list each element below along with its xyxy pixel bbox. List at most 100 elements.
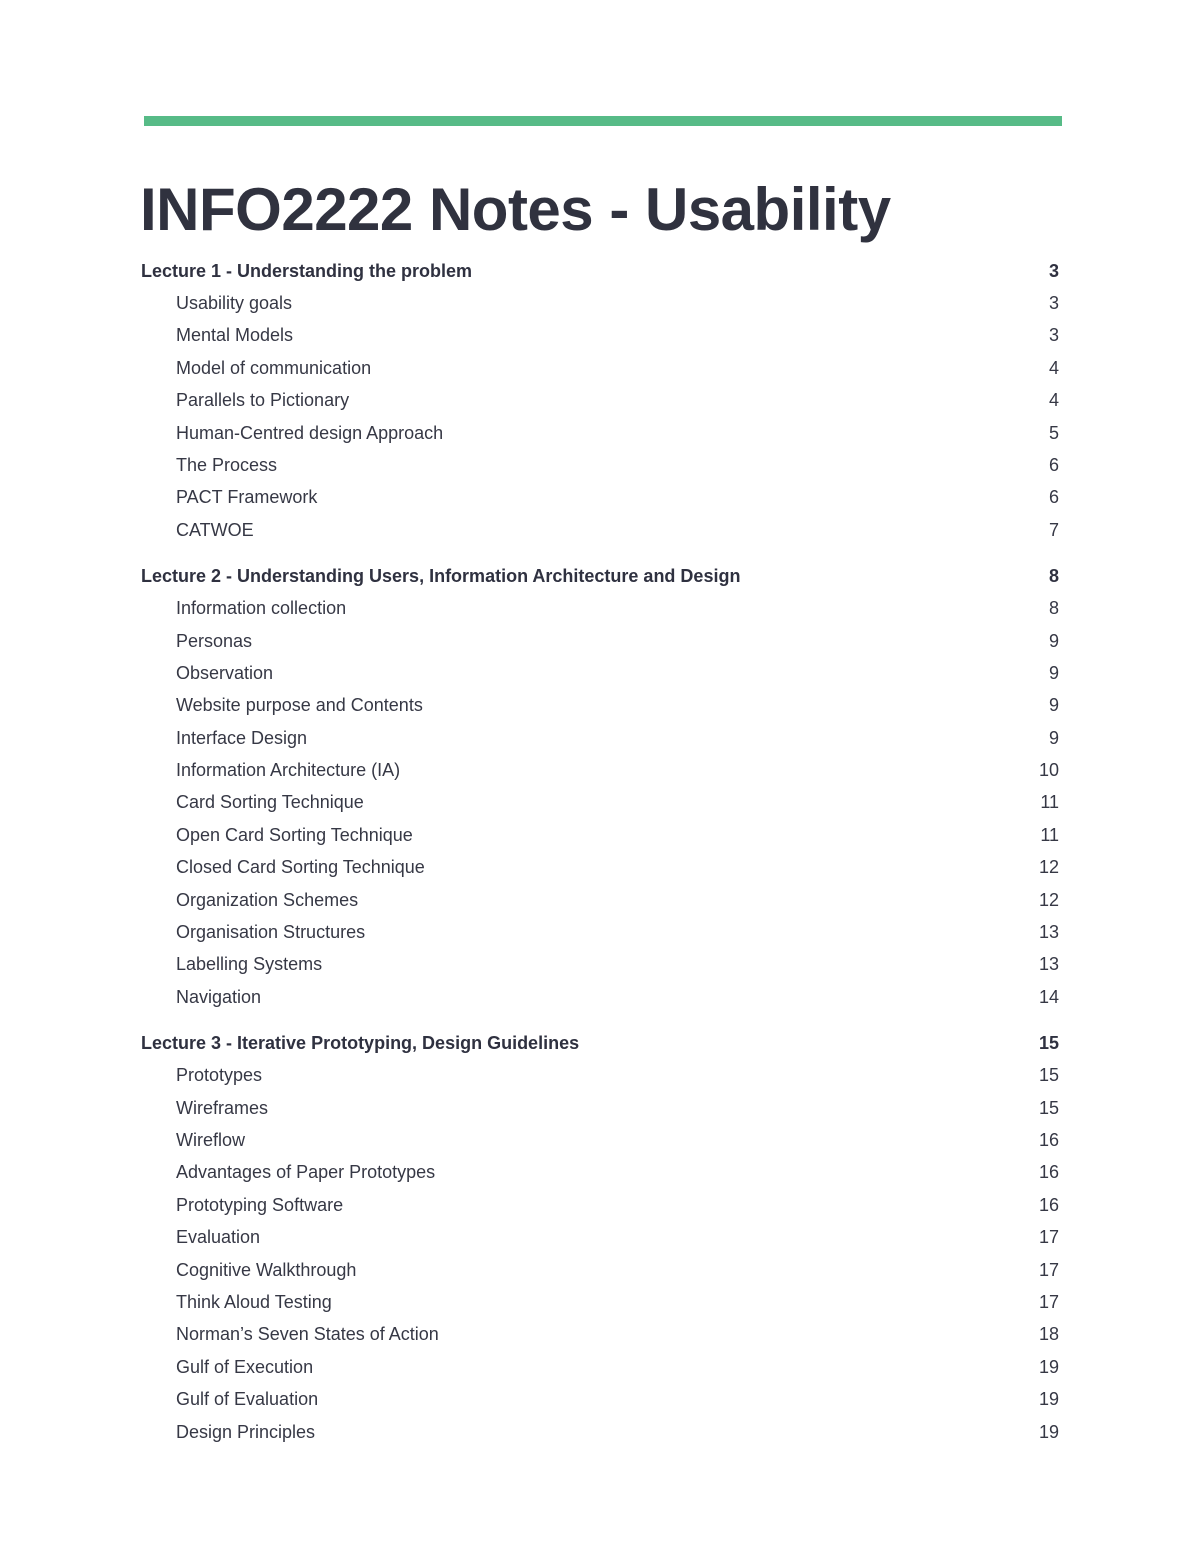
toc-heading-label: Lecture 3 - Iterative Prototyping, Desig… xyxy=(141,1033,580,1054)
toc-entry-link[interactable]: Organization Schemes 12 xyxy=(141,886,1059,918)
toc-page-number: 8 xyxy=(1048,566,1059,587)
toc-page-number: 18 xyxy=(1038,1324,1059,1345)
toc-page-number: 3 xyxy=(1048,261,1059,281)
toc-page-number: 4 xyxy=(1048,390,1059,411)
toc-page-number: 15 xyxy=(1038,1097,1059,1118)
toc-entry-link[interactable]: PACT Framework 6 xyxy=(141,483,1059,515)
toc-page-number: 17 xyxy=(1038,1227,1059,1248)
toc-page-number: 8 xyxy=(1048,598,1059,619)
toc-entry-label: Design Principles xyxy=(176,1421,316,1442)
toc-entry-link[interactable]: Model of communication 4 xyxy=(141,354,1059,386)
toc-entry-label: Observation xyxy=(176,662,274,683)
toc-entry-link[interactable]: Personas 9 xyxy=(141,627,1059,659)
toc-entry-link[interactable]: Mental Models 3 xyxy=(141,321,1059,353)
document-title: INFO2222 Notes - Usability xyxy=(140,176,891,243)
toc-page-number: 16 xyxy=(1038,1194,1059,1215)
toc-entry-label: Card Sorting Technique xyxy=(176,792,364,813)
toc-entry-label: Mental Models xyxy=(176,325,294,346)
toc-heading-link[interactable]: Lecture 2 - Understanding Users, Informa… xyxy=(141,562,1059,594)
toc-entry-link[interactable]: Usability goals 3 xyxy=(141,289,1059,321)
toc-entry-link[interactable]: Organisation Structures 13 xyxy=(141,918,1059,950)
toc-page-number: 9 xyxy=(1048,695,1059,716)
toc-page-number: 12 xyxy=(1038,857,1059,878)
toc-page-number: 9 xyxy=(1048,630,1059,651)
toc-entry-label: Wireframes xyxy=(176,1097,269,1118)
toc-section: Lecture 2 - Understanding Users, Informa… xyxy=(141,562,1059,1015)
toc-page-number: 14 xyxy=(1038,986,1059,1007)
toc-entry-link[interactable]: Prototyping Software 16 xyxy=(141,1191,1059,1223)
toc-entry-label: Personas xyxy=(176,630,253,651)
toc-entry-label: Information collection xyxy=(176,598,347,619)
toc-entry-label: Advantages of Paper Prototypes xyxy=(176,1162,436,1183)
toc-heading-label: Lecture 1 - Understanding the problem xyxy=(141,261,473,281)
table-of-contents: Lecture 1 - Understanding the problem 3 Us… xyxy=(141,257,1059,1464)
toc-entry-link[interactable]: Advantages of Paper Prototypes 16 xyxy=(141,1158,1059,1190)
toc-entry-link[interactable]: Closed Card Sorting Technique 12 xyxy=(141,853,1059,885)
toc-page-number: 13 xyxy=(1038,954,1059,975)
toc-page-number: 16 xyxy=(1038,1129,1059,1150)
accent-bar xyxy=(144,116,1062,126)
toc-entry-link[interactable]: Gulf of Evaluation 19 xyxy=(141,1385,1059,1417)
toc-page-number: 11 xyxy=(1040,824,1059,845)
toc-entry-link[interactable]: Parallels to Pictionary 4 xyxy=(141,386,1059,418)
toc-entry-label: Usability goals xyxy=(176,293,293,313)
toc-entry-link[interactable]: Information Architecture (IA) 10 xyxy=(141,756,1059,788)
toc-entry-link[interactable]: Website purpose and Contents 9 xyxy=(141,691,1059,723)
toc-entry-label: Organization Schemes xyxy=(176,889,359,910)
toc-page-number: 19 xyxy=(1038,1356,1059,1377)
toc-entry-link[interactable]: Information collection 8 xyxy=(141,594,1059,626)
toc-entry-link[interactable]: Wireflow 16 xyxy=(141,1126,1059,1158)
toc-entry-link[interactable]: Wireframes 15 xyxy=(141,1094,1059,1126)
toc-entry-link[interactable]: Navigation 14 xyxy=(141,983,1059,1015)
toc-entry-label: Website purpose and Contents xyxy=(176,695,423,716)
toc-page-number: 16 xyxy=(1038,1162,1059,1183)
toc-entry-link[interactable]: The Process 6 xyxy=(141,451,1059,483)
toc-entry-link[interactable]: Labelling Systems 13 xyxy=(141,950,1059,982)
toc-entry-label: Model of communication xyxy=(176,357,372,378)
toc-entry-link[interactable]: Cognitive Walkthrough 17 xyxy=(141,1256,1059,1288)
toc-heading-link[interactable]: Lecture 3 - Iterative Prototyping, Desig… xyxy=(141,1029,1059,1061)
toc-entry-label: Interface Design xyxy=(176,727,308,748)
toc-entry-label: Navigation xyxy=(176,986,262,1007)
toc-entry-label: Evaluation xyxy=(176,1227,261,1248)
toc-entry-link[interactable]: Think Aloud Testing 17 xyxy=(141,1288,1059,1320)
toc-section: Lecture 3 - Iterative Prototyping, Desig… xyxy=(141,1029,1059,1450)
toc-entry-label: Cognitive Walkthrough xyxy=(176,1259,357,1280)
toc-entry-link[interactable]: Open Card Sorting Technique 11 xyxy=(141,821,1059,853)
toc-entry-label: The Process xyxy=(176,454,278,475)
toc-entry-link[interactable]: Card Sorting Technique 11 xyxy=(141,788,1059,820)
toc-heading-link[interactable]: Lecture 1 - Understanding the problem 3 xyxy=(141,257,1059,289)
toc-entry-link[interactable]: Interface Design 9 xyxy=(141,724,1059,756)
toc-page-number: 5 xyxy=(1048,422,1059,443)
toc-entry-label: Norman’s Seven States of Action xyxy=(176,1324,439,1345)
toc-entry-link[interactable]: Prototypes 15 xyxy=(141,1061,1059,1093)
toc-entry-label: PACT Framework xyxy=(176,487,318,508)
toc-entry-label: CATWOE xyxy=(176,519,254,540)
toc-entry-label: Prototyping Software xyxy=(176,1194,344,1215)
toc-entry-label: Wireflow xyxy=(176,1129,246,1150)
toc-page-number: 13 xyxy=(1038,922,1059,943)
toc-page-number: 15 xyxy=(1038,1065,1059,1086)
toc-entry-link[interactable]: Observation 9 xyxy=(141,659,1059,691)
toc-entry-label: Think Aloud Testing xyxy=(176,1291,332,1312)
toc-entry-label: Information Architecture (IA) xyxy=(176,760,401,781)
toc-page-number: 19 xyxy=(1038,1389,1059,1410)
toc-entry-link[interactable]: Gulf of Execution 19 xyxy=(141,1353,1059,1385)
toc-entry-label: Closed Card Sorting Technique xyxy=(176,857,425,878)
toc-entry-link[interactable]: Norman’s Seven States of Action 18 xyxy=(141,1320,1059,1352)
toc-page-number: 4 xyxy=(1048,357,1059,378)
toc-entry-link[interactable]: Evaluation 17 xyxy=(141,1223,1059,1255)
toc-page-number: 6 xyxy=(1048,454,1059,475)
toc-entry-link[interactable]: CATWOE 7 xyxy=(141,516,1059,548)
toc-entry-label: Organisation Structures xyxy=(176,922,366,943)
toc-entry-link[interactable]: Design Principles 19 xyxy=(141,1418,1059,1450)
toc-entry-label: Prototypes xyxy=(176,1065,263,1086)
toc-entry-label: Open Card Sorting Technique xyxy=(176,824,413,845)
toc-entry-label: Gulf of Evaluation xyxy=(176,1389,319,1410)
toc-page-number: 7 xyxy=(1048,519,1059,540)
toc-heading-label: Lecture 2 - Understanding Users, Informa… xyxy=(141,566,741,587)
toc-page-number: 17 xyxy=(1038,1259,1059,1280)
toc-page-number: 3 xyxy=(1048,293,1059,313)
toc-entry-link[interactable]: Human-Centred design Approach 5 xyxy=(141,419,1059,451)
toc-page-number: 11 xyxy=(1040,792,1059,813)
